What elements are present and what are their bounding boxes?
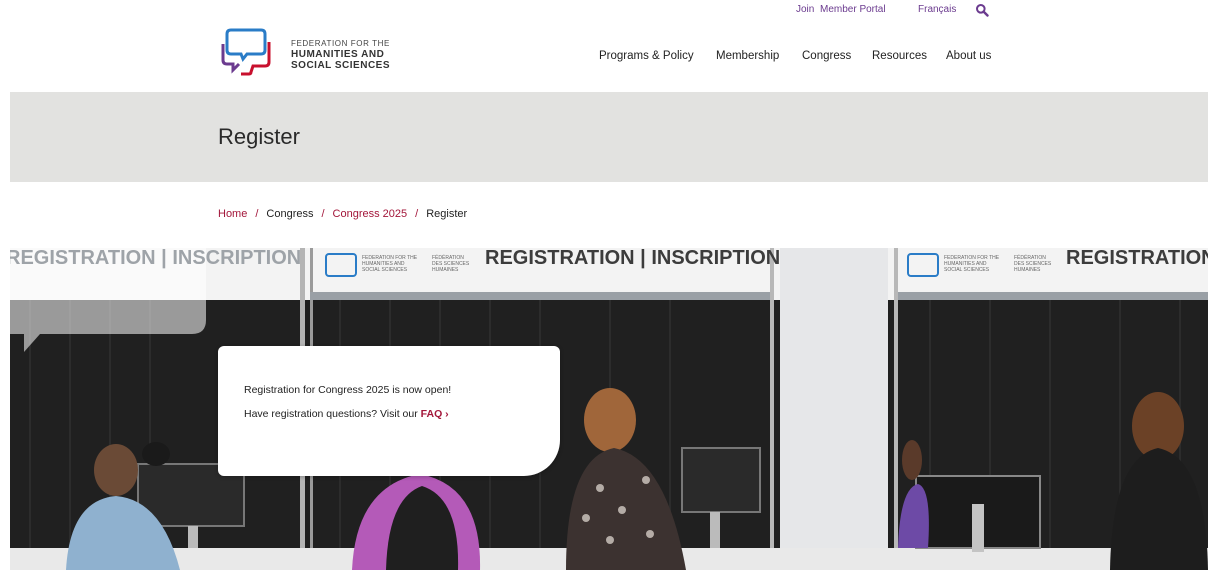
sign-logo-fr-line-3: HUMAINES: [432, 267, 459, 273]
breadcrumb-separator: /: [255, 208, 259, 220]
registration-desk-photo: [10, 248, 1208, 570]
site-header: Join Member Portal Français FEDERATION F…: [0, 0, 1208, 92]
registration-questions-prefix: Have registration questions? Visit our: [244, 408, 421, 420]
breadcrumb-congress: Congress: [266, 208, 314, 220]
sign-left-text: REGISTRATION | INSCRIPTION: [10, 248, 302, 269]
registration-questions-text: Have registration questions? Visit our F…: [244, 408, 449, 420]
nav-item-resources[interactable]: Resources: [872, 50, 927, 62]
page-title: Register: [218, 124, 300, 149]
main-nav: Programs & Policy Membership Congress Re…: [0, 50, 1208, 68]
utility-nav: Join Member Portal Français: [0, 4, 1208, 20]
nav-item-programs-policy[interactable]: Programs & Policy: [599, 50, 694, 62]
sign-logo-en: FEDERATION FOR THE HUMANITIES AND SOCIAL…: [362, 255, 417, 273]
sign-middle-text: REGISTRATION | INSCRIPTION: [485, 248, 781, 269]
breadcrumb-separator: /: [321, 208, 325, 220]
chevron-right-icon: ›: [445, 408, 449, 420]
sign-logo-en-line-3: SOCIAL SCIENCES: [362, 267, 408, 273]
sign-logo-fr-right: FÉDÉRATION DES SCIENCES HUMAINES: [1014, 255, 1051, 273]
breadcrumb-separator: /: [415, 208, 419, 220]
breadcrumb-home[interactable]: Home: [218, 208, 247, 220]
faq-link[interactable]: FAQ ›: [421, 408, 449, 420]
search-icon[interactable]: [975, 3, 989, 22]
sign-logo-en-right: FEDERATION FOR THE HUMANITIES AND SOCIAL…: [944, 255, 999, 273]
member-portal-link[interactable]: Member Portal: [820, 4, 886, 15]
language-toggle-link[interactable]: Français: [918, 4, 956, 15]
registration-open-text: Registration for Congress 2025 is now op…: [244, 384, 452, 396]
nav-item-congress[interactable]: Congress: [802, 50, 851, 62]
registration-callout-card: Registration for Congress 2025 is now op…: [218, 346, 560, 476]
sign-right-text: REGISTRATION |: [1066, 248, 1208, 269]
faq-label: FAQ: [420, 408, 443, 420]
nav-item-membership[interactable]: Membership: [716, 50, 779, 62]
sign-logo-fr: FÉDÉRATION DES SCIENCES HUMAINES: [432, 255, 469, 273]
breadcrumb: Home / Congress / Congress 2025 / Register: [218, 208, 467, 220]
nav-item-about-us[interactable]: About us: [946, 50, 991, 62]
sign-logo-en-right-line-3: SOCIAL SCIENCES: [944, 267, 990, 273]
logo-line-1: FEDERATION FOR THE: [291, 38, 390, 48]
join-link[interactable]: Join: [796, 4, 814, 15]
sign-logo-fr-right-line-3: HUMAINES: [1014, 267, 1041, 273]
page-title-banner: Register: [10, 92, 1208, 182]
hero-image: REGISTRATION | INSCRIPTION FEDERATION FO…: [10, 248, 1208, 570]
breadcrumb-congress-2025[interactable]: Congress 2025: [333, 208, 408, 220]
breadcrumb-current: Register: [426, 208, 468, 220]
